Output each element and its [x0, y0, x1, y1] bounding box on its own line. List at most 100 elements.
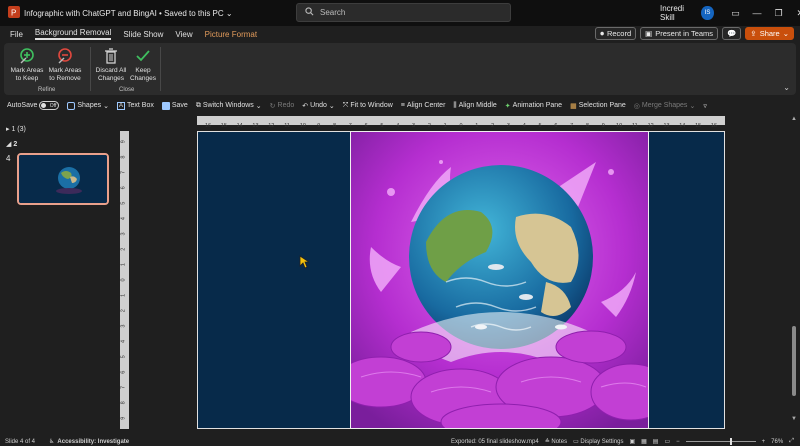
mark-areas-to-keep-button[interactable]: Mark Areas to Keep [10, 47, 44, 83]
ruler-tick-label: 2 [491, 123, 494, 129]
ruler-tick-label: 5 [380, 123, 383, 129]
comments-button[interactable]: 💬 [722, 27, 742, 40]
document-title[interactable]: Infographic with ChatGPT and BingAI • Sa… [24, 9, 233, 18]
zoom-in-button[interactable]: + [762, 439, 766, 445]
present-in-teams-button[interactable]: ▣ Present in Teams [640, 27, 719, 40]
autosave-switch[interactable]: Off [39, 101, 60, 110]
earth-illustration-image[interactable] [350, 131, 649, 429]
tab-slide-show[interactable]: Slide Show [123, 30, 163, 39]
ruler-tick-label: 7 [349, 123, 352, 129]
ribbon-display-icon[interactable]: ▭ [728, 8, 744, 19]
zoom-slider-thumb[interactable] [729, 438, 732, 445]
redo-button[interactable]: ↻ Redo [270, 102, 295, 110]
ribbon-separator [160, 47, 161, 91]
section-2[interactable]: ◢ 2 [6, 140, 17, 148]
minimize-icon[interactable]: — [749, 8, 765, 18]
powerpoint-logo-icon[interactable]: P [8, 6, 20, 20]
mouse-cursor-icon [299, 255, 309, 269]
ruler-tick-label: 8 [121, 156, 127, 159]
shapes-button[interactable]: Shapes ⌄ [67, 101, 109, 110]
mark-areas-to-remove-button[interactable]: Mark Areas to Remove [46, 47, 84, 83]
ruler-tick-label: 1 [121, 263, 127, 266]
accessibility-status[interactable]: ♿ Accessibility: Investigate [49, 438, 129, 446]
ruler-tick-label: 4 [121, 340, 127, 343]
ruler-tick-label: 3 [121, 232, 127, 235]
slide-sorter-icon[interactable]: ▦ [641, 438, 647, 445]
ruler-tick-label: 6 [554, 123, 557, 129]
ruler-tick-label: 5 [121, 355, 127, 358]
animation-pane-button[interactable]: ✦ Animation Pane [505, 102, 562, 110]
ruler-tick-label: 6 [121, 186, 127, 189]
discard-all-changes-button[interactable]: Discard All Changes [92, 47, 130, 83]
ruler-tick-label: 8 [121, 401, 127, 404]
undo-icon: ↶ [302, 102, 309, 110]
horizontal-ruler-ticks: 16 15 14 13 12 11 10 9 8 7 6 5 4 3 2 1 0 1 2 3 4 5 6 7 8 9 10 11 12 1… [205, 123, 717, 129]
slide-counter[interactable]: Slide 4 of 4 [5, 439, 35, 445]
ruler-tick-label: 8 [586, 123, 589, 129]
comment-icon: 💬 [727, 29, 737, 38]
tab-picture-format[interactable]: Picture Format [205, 30, 257, 39]
vertical-ruler[interactable]: 9 8 7 6 5 4 3 2 1 0 1 2 3 4 5 6 7 8 9 [120, 131, 129, 429]
scroll-down-icon[interactable]: ▼ [791, 416, 797, 422]
slideshow-view-icon[interactable]: ▭ [664, 438, 670, 445]
share-button[interactable]: ⇪ Share ⌄ [745, 27, 794, 40]
ribbon-collapse-icon[interactable]: ⌄ [783, 83, 790, 92]
user-name[interactable]: Incredi Skill [660, 4, 695, 22]
avatar[interactable]: IS [701, 6, 714, 20]
ruler-tick-label: 1 [444, 123, 447, 129]
ruler-tick-label: 1 [121, 294, 127, 297]
checkmark-icon [136, 50, 150, 62]
section-1[interactable]: ▸ 1 (3) [6, 125, 26, 133]
scroll-up-icon[interactable]: ▲ [791, 116, 797, 122]
text-box-button[interactable]: A Text Box [116, 101, 154, 110]
display-settings-button[interactable]: ▭ Display Settings [573, 438, 623, 445]
slide-thumbnail-pane: ▸ 1 (3) ◢ 2 4 [0, 116, 120, 432]
ruler-tick-label: 10 [616, 123, 622, 129]
horizontal-ruler[interactable]: 16 15 14 13 12 11 10 9 8 7 6 5 4 3 2 1 0 1 2 3 4 5 6 7 8 9 10 11 12 1… [197, 116, 725, 129]
scroll-thumb[interactable] [792, 326, 796, 396]
ruler-tick-label: 7 [121, 171, 127, 174]
save-icon [161, 101, 170, 110]
vertical-scrollbar[interactable]: ▲ ▼ [790, 116, 798, 434]
slide-thumbnail-4[interactable] [17, 153, 109, 205]
close-group-label: Close [119, 87, 135, 93]
ruler-tick-label: 7 [570, 123, 573, 129]
merge-shapes-button[interactable]: ◎ Merge Shapes ⌄ [634, 102, 696, 110]
fit-to-window-button[interactable]: ⤧ Fit to Window [343, 102, 393, 110]
tab-view[interactable]: View [175, 30, 192, 39]
search-input[interactable]: Search [296, 3, 511, 22]
align-center-button[interactable]: ≡ Align Center [401, 102, 446, 109]
status-bar-right: Exported: 05 final slideshow.mp4 ≙ Notes… [451, 437, 794, 446]
share-icon: ⇪ [750, 29, 757, 38]
keep-changes-button[interactable]: Keep Changes [128, 47, 158, 83]
restore-icon[interactable]: ❐ [771, 8, 787, 19]
record-button[interactable]: ⏺ Record [595, 27, 637, 40]
zoom-level[interactable]: 76% [771, 439, 783, 445]
ruler-tick-label: 14 [237, 123, 243, 129]
selection-pane-button[interactable]: ▦ Selection Pane [570, 102, 626, 110]
thumbnail-earth-image [19, 155, 107, 203]
zoom-out-button[interactable]: − [676, 439, 680, 445]
align-middle-button[interactable]: ⫼ Align Middle [453, 102, 496, 110]
normal-view-icon[interactable]: ▣ [629, 438, 635, 445]
trash-icon [105, 48, 117, 64]
reading-view-icon[interactable]: ▤ [653, 438, 659, 445]
customize-toolbar-icon[interactable]: ▿ [703, 102, 707, 110]
quick-access-toolbar: AutoSave Off Shapes ⌄ A Text Box Save ⧉ Sw… [0, 98, 800, 113]
autosave-toggle[interactable]: AutoSave Off [7, 101, 60, 110]
ruler-tick-label: 4 [396, 123, 399, 129]
switch-windows-button[interactable]: ⧉ Switch Windows ⌄ [196, 102, 262, 110]
undo-button[interactable]: ↶ Undo ⌄ [302, 102, 334, 110]
svg-text:P: P [11, 9, 16, 18]
zoom-slider[interactable] [685, 438, 756, 445]
close-icon[interactable]: ✕ [792, 8, 800, 19]
shapes-icon [67, 101, 76, 110]
save-button[interactable]: Save [161, 101, 188, 110]
notes-button[interactable]: ≙ Notes [545, 438, 567, 445]
tab-file[interactable]: File [10, 30, 23, 39]
ruler-tick-label: 3 [507, 123, 510, 129]
tab-background-removal[interactable]: Background Removal [34, 28, 112, 40]
display-icon: ▭ [573, 439, 579, 445]
expand-icon: ▸ [6, 126, 10, 133]
fit-slide-icon[interactable]: ⤢ [789, 438, 794, 445]
